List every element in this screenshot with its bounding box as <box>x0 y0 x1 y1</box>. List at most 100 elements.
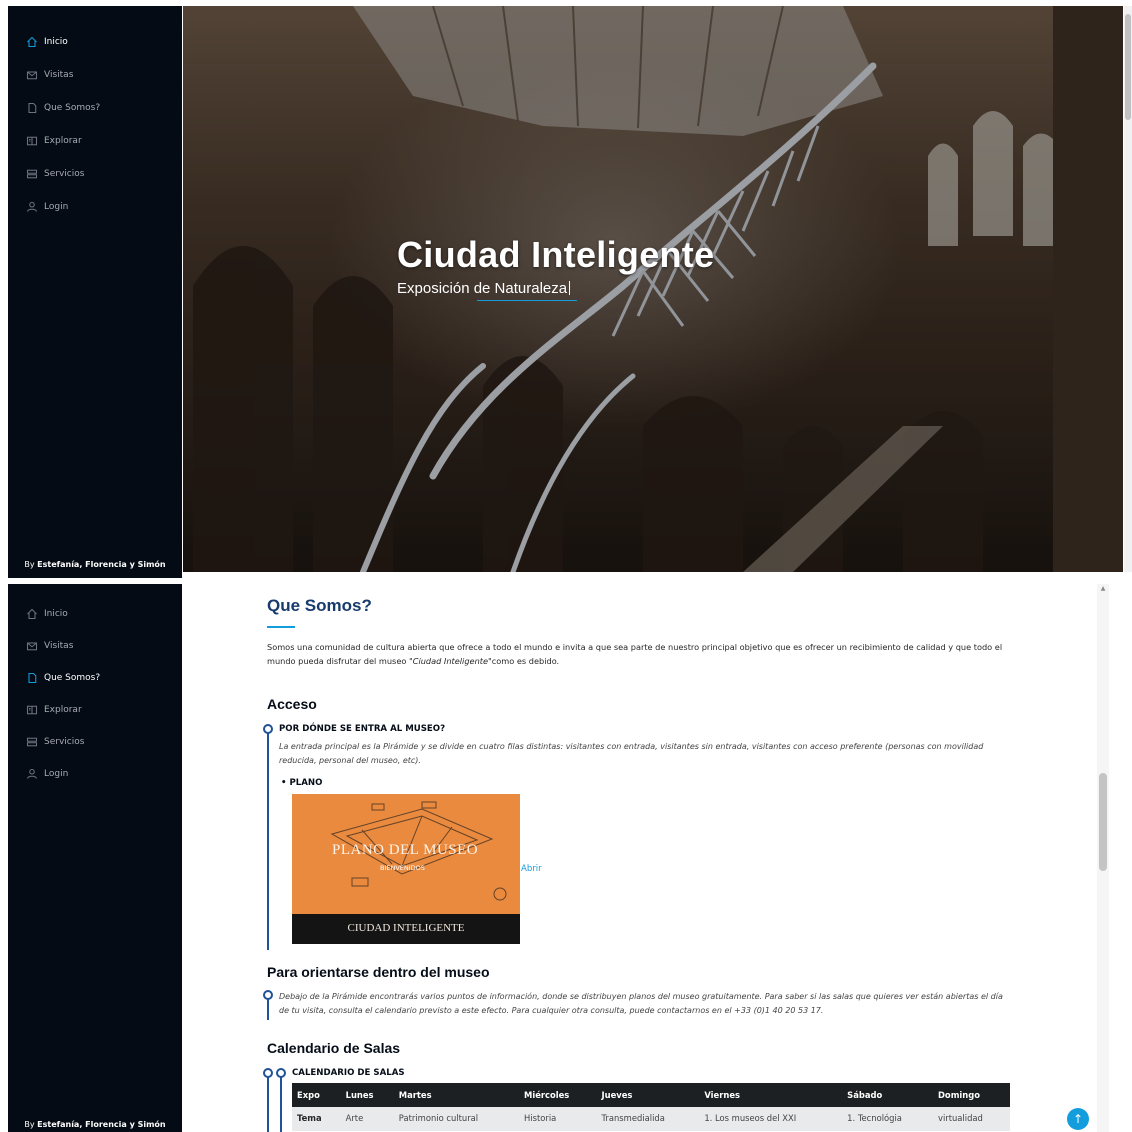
file-icon <box>25 672 38 685</box>
hero-title: Ciudad Inteligente <box>397 234 715 275</box>
sidebar-item-inicio[interactable]: Inicio <box>8 25 182 58</box>
section-intro: Somos una comunidad de cultura abierta q… <box>267 640 1007 668</box>
sidebar-item-label: Login <box>44 201 69 212</box>
person-icon <box>25 768 38 781</box>
hero-section: Ciudad Inteligente Exposición de Natural… <box>183 6 1123 572</box>
table-cell: Arte <box>340 1107 394 1131</box>
table-header: Miércoles <box>519 1083 597 1107</box>
envelope-icon <box>25 640 38 653</box>
sidebar-item-inicio[interactable]: Inicio <box>8 598 182 630</box>
byline-prefix: By <box>24 1120 38 1129</box>
acceso-item-title: POR DÓNDE SE ENTRA AL MUSEO? <box>279 724 446 734</box>
calendario-item-title: CALENDARIO DE SALAS <box>292 1068 405 1078</box>
sidebar-item-visitas[interactable]: Visitas <box>8 58 182 91</box>
scrollbar-thumb-top[interactable] <box>1125 14 1131 120</box>
sidebar-top: Inicio Visitas Que Somos? Explorar Servi… <box>8 6 182 578</box>
plano-bullet-label: PLANO <box>289 778 323 788</box>
timeline-dot <box>263 990 273 1000</box>
sidebar-bottom: Inicio Visitas Que Somos? Explorar Servi… <box>8 584 182 1132</box>
map-caption: CIUDAD INTELIGENTE <box>347 922 465 934</box>
sidebar-item-explorar[interactable]: Explorar <box>8 124 182 157</box>
sidebar-nav-top: Inicio Visitas Que Somos? Explorar Servi… <box>8 25 182 223</box>
table-cell: Tema <box>292 1107 341 1131</box>
orientarse-text: Debajo de la Pirámide encontrarás varios… <box>279 992 1003 1015</box>
sidebar-item-label: Inicio <box>44 609 68 619</box>
envelope-icon <box>25 68 38 81</box>
table-cell: virtualidad <box>932 1107 1010 1131</box>
sidebar-item-label: Explorar <box>44 705 82 715</box>
sidebar-item-servicios[interactable]: Servicios <box>8 726 182 758</box>
timeline-line <box>267 998 269 1020</box>
byline: By Estefanía, Florencia y Simón <box>8 560 182 569</box>
plano-bullet: • PLANO <box>281 778 323 788</box>
sidebar-item-label: Login <box>44 769 69 779</box>
timeline-dot <box>263 1068 273 1078</box>
table-cell: 1. Los museos del XXI <box>699 1107 843 1131</box>
hero-text: Ciudad Inteligente Exposición de Natural… <box>397 234 714 301</box>
table-header: Lunes <box>340 1083 394 1107</box>
byline-prefix: By <box>24 560 38 569</box>
orientarse-heading: Para orientarse dentro del museo <box>267 964 490 980</box>
typing-cursor <box>569 281 571 295</box>
sidebar-item-que-somos[interactable]: Que Somos? <box>8 91 182 124</box>
sidebar-item-label: Inicio <box>44 36 68 47</box>
table-header-row: Expo Lunes Martes Miércoles Jueves Viern… <box>292 1083 1010 1107</box>
map-title: PLANO DEL MUSEO <box>332 842 479 858</box>
intro-text-end: como es debido. <box>491 656 560 666</box>
book-icon <box>25 134 38 147</box>
timeline-line <box>280 1076 282 1132</box>
open-map-link[interactable]: Abrir <box>521 864 542 874</box>
acceso-item-text: La entrada principal es la Pirámide y se… <box>279 742 984 765</box>
hero-subtitle: Exposición de Naturaleza <box>397 280 714 297</box>
timeline-dot <box>263 724 273 734</box>
page-root: Inicio Visitas Que Somos? Explorar Servi… <box>0 0 1132 1132</box>
sidebar-item-label: Visitas <box>44 641 74 651</box>
sidebar-item-login[interactable]: Login <box>8 190 182 223</box>
acceso-heading: Acceso <box>267 696 317 712</box>
home-icon <box>25 35 38 48</box>
sidebar-nav-bottom: Inicio Visitas Que Somos? Explorar Servi… <box>8 598 182 790</box>
sidebar-item-label: Que Somos? <box>44 673 101 683</box>
table-cell: Historia <box>519 1107 597 1131</box>
museum-map-image[interactable]: PLANO DEL MUSEO BIENVENIDOS CIUDAD INTEL… <box>292 794 520 944</box>
back-to-top-button[interactable]: ↑ <box>1067 1108 1089 1130</box>
timeline-line <box>267 732 269 950</box>
sidebar-item-explorar[interactable]: Explorar <box>8 694 182 726</box>
sidebar-item-servicios[interactable]: Servicios <box>8 157 182 190</box>
scrollbar-thumb-bottom[interactable] <box>1099 773 1107 871</box>
hero-underline <box>477 300 577 301</box>
sidebar-item-visitas[interactable]: Visitas <box>8 630 182 662</box>
sidebar-item-label: Visitas <box>44 69 74 80</box>
server-icon <box>25 167 38 180</box>
sidebar-item-label: Que Somos? <box>44 102 101 113</box>
table-header: Sábado <box>842 1083 933 1107</box>
table-header: Jueves <box>596 1083 700 1107</box>
hero-subtitle-text: Exposición de Naturaleza <box>397 280 568 297</box>
table-cell: Patrimonio cultural <box>393 1107 520 1131</box>
calendar-table: Expo Lunes Martes Miércoles Jueves Viern… <box>292 1083 1010 1131</box>
sidebar-item-label: Explorar <box>44 135 82 146</box>
sidebar-item-que-somos[interactable]: Que Somos? <box>8 662 182 694</box>
sidebar-item-login[interactable]: Login <box>8 758 182 790</box>
timeline-line <box>267 1076 269 1132</box>
sidebar-item-label: Servicios <box>44 168 85 179</box>
sidebar-item-label: Servicios <box>44 737 85 747</box>
person-icon <box>25 200 38 213</box>
intro-text: Somos una comunidad de cultura abierta q… <box>267 642 1003 666</box>
scroll-up-arrow-icon[interactable]: ▲ <box>1099 585 1107 593</box>
table-header: Domingo <box>932 1083 1010 1107</box>
about-section: Que Somos? Somos una comunidad de cultur… <box>183 584 1095 1132</box>
intro-museum-name: "Ciudad Inteligente" <box>408 656 492 666</box>
table-cell: 1. Tecnológia <box>842 1107 933 1131</box>
arrow-up-icon: ↑ <box>1072 1112 1084 1126</box>
section-title: Que Somos? <box>267 596 372 615</box>
table-header: Expo <box>292 1083 341 1107</box>
byline-names: Estefanía, Florencia y Simón <box>37 1120 166 1129</box>
calendario-heading: Calendario de Salas <box>267 1040 401 1056</box>
table-header: Martes <box>393 1083 520 1107</box>
file-icon <box>25 101 38 114</box>
map-caption-band: CIUDAD INTELIGENTE <box>292 914 520 944</box>
table-cell: Transmedialida <box>596 1107 700 1131</box>
table-row: Tema Arte Patrimonio cultural Historia T… <box>292 1107 1010 1131</box>
home-icon <box>25 608 38 621</box>
